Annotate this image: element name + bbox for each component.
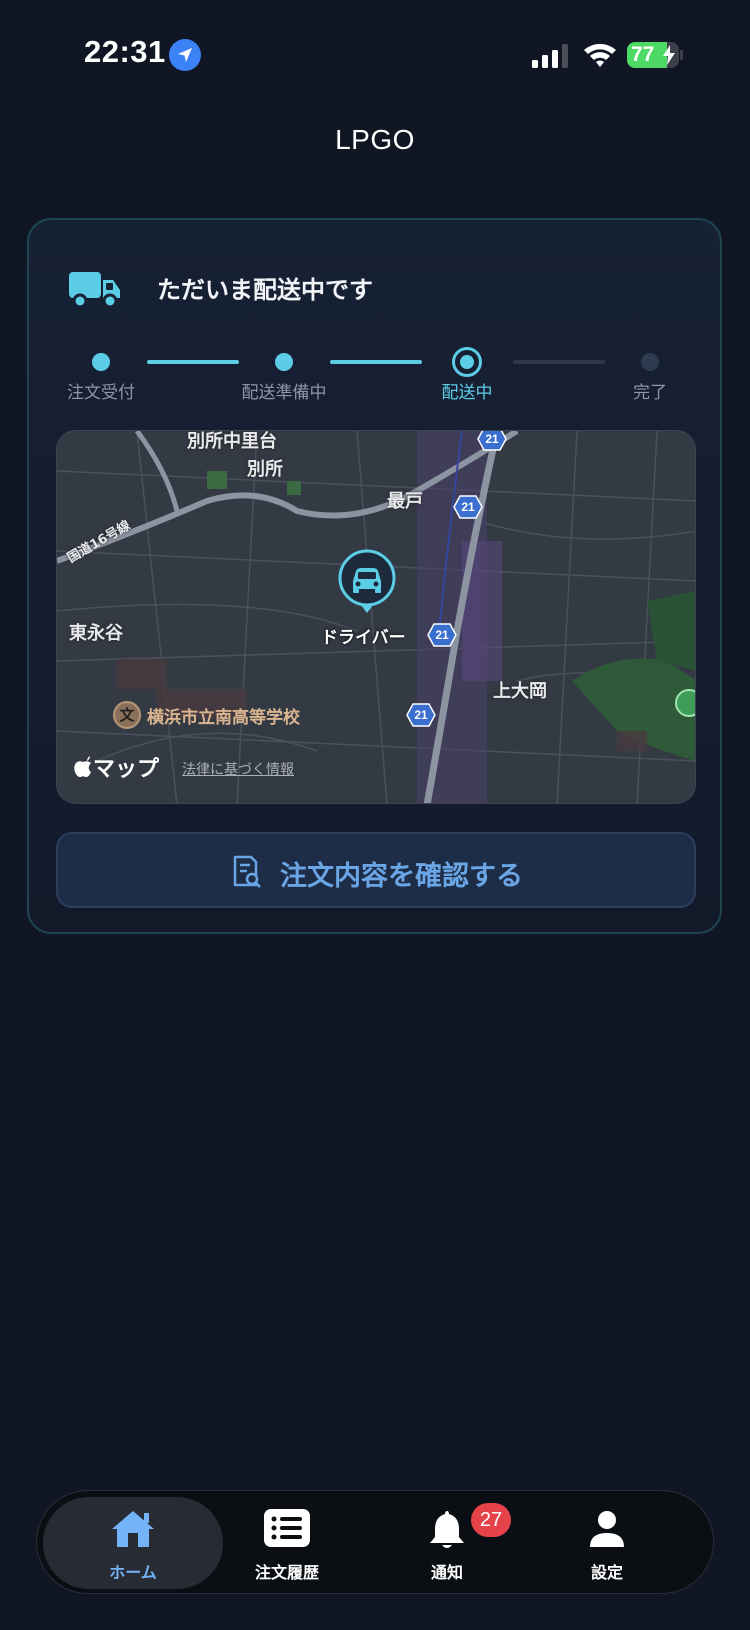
step-connector-3 xyxy=(513,360,605,364)
map-label-bessho-nakazatodai: 別所中里台 xyxy=(187,431,277,452)
battery-charging-icon: 77 xyxy=(627,42,679,68)
wifi-icon xyxy=(584,43,616,67)
confirm-order-label: 注文内容を確認する xyxy=(280,861,523,892)
driver-car-icon[interactable] xyxy=(337,549,397,615)
notification-count-badge: 27 xyxy=(471,1503,511,1537)
step-dot-complete xyxy=(641,353,659,371)
document-search-icon xyxy=(233,855,261,888)
map-label-kamiooka: 上大岡 xyxy=(493,681,547,702)
tab-order-history-label: 注文履歴 xyxy=(254,1563,319,1582)
park-icon[interactable] xyxy=(675,689,695,717)
route-21-badge-2: 21 xyxy=(453,495,483,519)
map-label-mosto: 最戸 xyxy=(387,491,423,512)
tab-home-label: ホーム xyxy=(109,1563,157,1582)
tab-settings-label: 設定 xyxy=(590,1563,623,1582)
cellular-signal-icon xyxy=(532,44,568,68)
tab-order-history[interactable]: 注文履歴 xyxy=(197,1497,377,1589)
bottom-tab-bar: ホーム 注文履歴 通知 設定 27 xyxy=(36,1490,714,1594)
tab-home[interactable]: ホーム xyxy=(43,1497,223,1589)
apple-logo-icon xyxy=(74,756,91,777)
step-label-delivering: 配送中 xyxy=(441,383,493,403)
route-21-badge-3: 21 xyxy=(427,623,457,647)
route-21-badge-1: 21 xyxy=(477,431,507,451)
tab-notifications-label: 通知 xyxy=(430,1563,463,1582)
delivery-status-title: ただいま配送中です xyxy=(157,276,373,304)
battery-tip xyxy=(680,50,683,60)
truck-icon xyxy=(69,272,120,309)
route-21-badge-4: 21 xyxy=(406,703,436,727)
status-time: 22:31 xyxy=(84,34,166,69)
person-icon xyxy=(590,1511,624,1547)
progress-stepper: 注文受付 配送準備中 配送中 完了 xyxy=(29,347,724,408)
bell-icon xyxy=(430,1511,464,1548)
step-dot-delivering xyxy=(452,347,482,377)
step-label-received: 注文受付 xyxy=(67,383,135,403)
apple-maps-attribution: マップ xyxy=(73,751,159,783)
legal-info-link[interactable]: 法律に基づく情報 xyxy=(182,759,294,779)
step-dot-preparing xyxy=(275,353,293,371)
step-dot-received xyxy=(92,353,110,371)
app-title: LPGO xyxy=(335,124,415,155)
confirm-order-button[interactable]: 注文内容を確認する xyxy=(56,832,696,908)
tab-settings[interactable]: 設定 xyxy=(517,1497,697,1589)
map-label-higashinagaya: 東永谷 xyxy=(69,623,123,644)
order-list-icon xyxy=(264,1509,310,1547)
home-icon xyxy=(112,1511,154,1547)
delivery-status-card: ただいま配送中です 注文受付 配送準備中 配送中 完了 別所中里台 別所 最戸 … xyxy=(27,218,722,934)
location-arrow-icon xyxy=(169,39,201,71)
step-label-complete: 完了 xyxy=(633,383,667,403)
battery-percent: 77 xyxy=(631,43,655,66)
school-icon: 文 xyxy=(113,701,141,729)
step-connector-2 xyxy=(330,360,422,364)
school-label: 横浜市立南高等学校 xyxy=(147,708,300,728)
map-background xyxy=(57,431,695,803)
tab-notifications[interactable]: 通知 xyxy=(357,1497,537,1589)
step-connector-1 xyxy=(147,360,239,364)
driver-label: ドライバー xyxy=(321,628,406,648)
step-label-preparing: 配送準備中 xyxy=(241,383,327,403)
map-label-bessho: 別所 xyxy=(247,459,283,480)
delivery-map[interactable]: 別所中里台 別所 最戸 東永谷 上大岡 国道16号線 21 21 21 21 ド… xyxy=(56,430,696,804)
status-bar: 22:31 77 xyxy=(0,0,750,110)
